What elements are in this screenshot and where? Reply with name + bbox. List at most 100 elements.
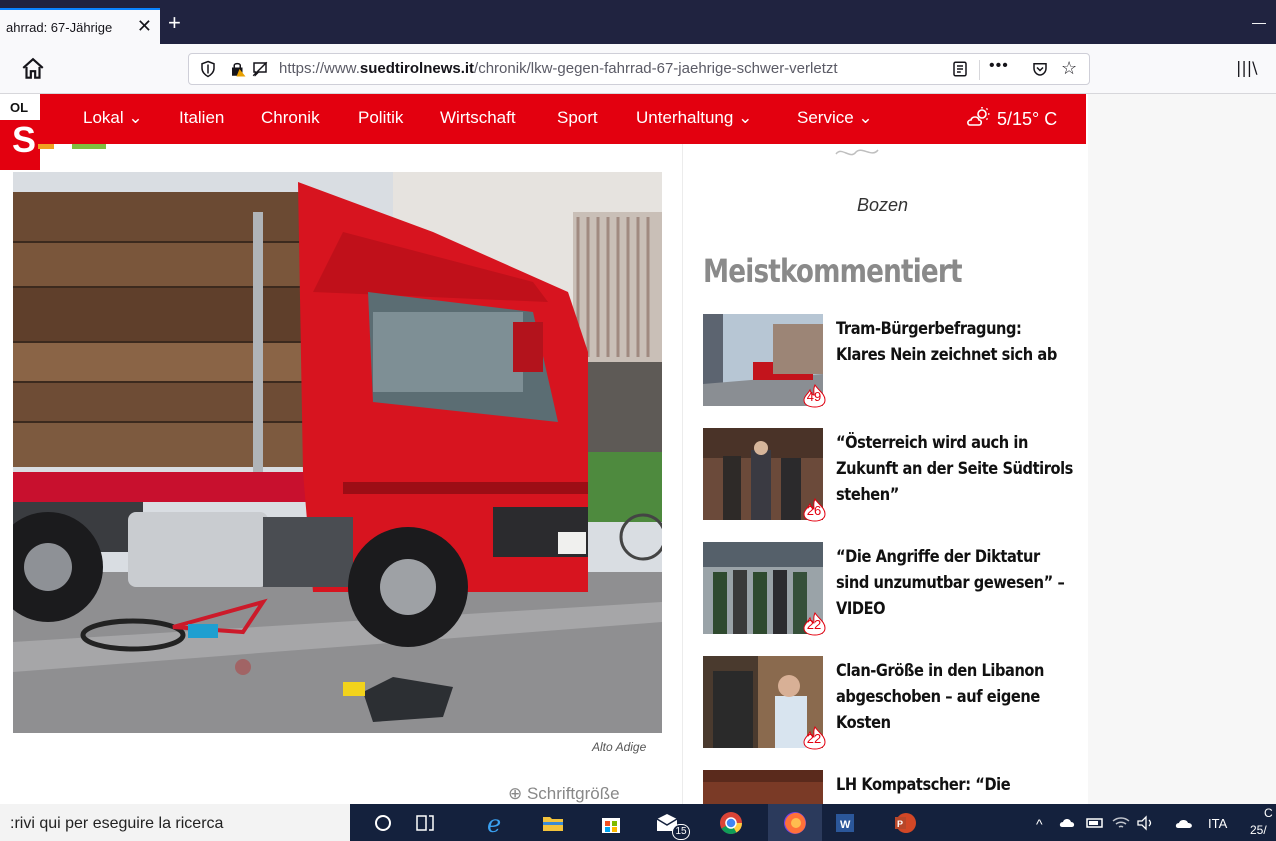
nav-toolbar: https://www.suedtirolnews.it/chronik/lkw…: [0, 44, 1276, 94]
article-title-line: Zukunft an der Seite Südtirols: [836, 459, 1073, 479]
comment-count: 49: [801, 384, 829, 408]
weather-city: Bozen: [857, 195, 909, 215]
new-tab-button[interactable]: +: [168, 12, 181, 34]
nav-item-service[interactable]: Service ⌄: [797, 108, 873, 128]
clock-time[interactable]: C: [1264, 806, 1273, 820]
url-domain: suedtirolnews.it: [359, 60, 475, 77]
task-view-icon[interactable]: [412, 810, 438, 836]
article-title-line: sind unzumutbar gewesen” –: [836, 573, 1065, 593]
article-title-line: LH Kompatscher: “Die: [836, 775, 1011, 795]
pocket-icon[interactable]: [1031, 60, 1049, 78]
article-title-line: Tram-Bürgerbefragung:: [836, 319, 1022, 339]
tab-active[interactable]: ahrrad: 67-Jährige ✕: [0, 8, 160, 44]
right-margin: [1088, 94, 1276, 804]
article-photo: [13, 172, 662, 733]
article-title-line: “Österreich wird auch in: [836, 433, 1028, 453]
firefox-taskbar-active[interactable]: [768, 804, 822, 841]
url-divider: [979, 60, 980, 80]
svg-text:e: e: [487, 810, 501, 836]
firefox-icon: [784, 812, 806, 834]
taskbar-search-box[interactable]: :rivi qui per eseguire la ricerca: [0, 804, 350, 841]
tab-close-icon[interactable]: ✕: [137, 16, 152, 37]
weather-widget[interactable]: 5/15° C: [966, 106, 1057, 130]
file-explorer-icon[interactable]: [540, 810, 566, 836]
article-title-line: stehen”: [836, 485, 899, 505]
article-title-line: abgeschoben – auf eigene: [836, 687, 1040, 707]
article-title-line: Clan-Größe in den Libanon: [836, 661, 1045, 681]
list-item[interactable]: 22 “Die Angriffe der Diktatur sind unzum…: [703, 542, 1065, 636]
tracking-protection-icon[interactable]: [251, 60, 269, 78]
font-size-button[interactable]: ⊕ Schriftgröße: [508, 784, 620, 804]
input-language[interactable]: ITA: [1208, 816, 1227, 831]
tab-strip: ahrrad: 67-Jährige ✕ + —: [0, 0, 1276, 44]
comment-count: 22: [801, 726, 829, 750]
chrome-icon[interactable]: [718, 810, 744, 836]
article-title[interactable]: “Österreich wird auch in Zukunft an der …: [836, 430, 1073, 508]
store-icon[interactable]: [598, 810, 624, 836]
taskbar: :rivi qui per eseguire la ricerca e 15 W…: [0, 804, 1276, 841]
article-title-line: “Die Angriffe der Diktatur: [836, 547, 1040, 567]
nav-item-politik[interactable]: Politik: [358, 108, 403, 128]
shield-icon[interactable]: [199, 60, 217, 78]
volume-icon[interactable]: [1134, 810, 1156, 836]
url-bar[interactable]: https://www.suedtirolnews.it/chronik/lkw…: [188, 53, 1090, 85]
insecure-lock-icon[interactable]: [229, 60, 247, 78]
mail-app[interactable]: 15: [654, 810, 690, 840]
list-item[interactable]: 26 “Österreich wird auch in Zukunft an d…: [703, 428, 1073, 522]
comment-count-number: 22: [806, 617, 822, 632]
nav-item-unterhaltung[interactable]: Unterhaltung ⌄: [636, 108, 752, 128]
url-text[interactable]: https://www.suedtirolnews.it/chronik/lkw…: [279, 60, 838, 77]
powerpoint-icon[interactable]: P: [892, 810, 918, 836]
logo-accent-orange: [38, 144, 54, 149]
library-icon[interactable]: |||\: [1236, 58, 1258, 77]
article-title[interactable]: “Die Angriffe der Diktatur sind unzumutb…: [836, 544, 1065, 622]
article-title[interactable]: Clan-Größe in den Libanon abgeschoben – …: [836, 658, 1045, 736]
bookmark-star-icon[interactable]: ☆: [1061, 58, 1077, 79]
article-title[interactable]: Tram-Bürgerbefragung: Klares Nein zeichn…: [836, 316, 1057, 368]
svg-text:P: P: [897, 819, 903, 829]
section-title: Meistkommentiert: [703, 252, 963, 290]
article-thumbnail[interactable]: [703, 770, 823, 804]
home-icon[interactable]: [20, 56, 46, 82]
nav-item-lokal[interactable]: Lokal ⌄: [83, 108, 143, 128]
battery-icon[interactable]: [1084, 810, 1106, 836]
site-nav: OL S Lokal ⌄ Italien Chronik Politik Wir…: [0, 94, 1086, 170]
taskbar-search-input[interactable]: :rivi qui per eseguire la ricerca: [10, 815, 223, 833]
browser-window: ahrrad: 67-Jährige ✕ + — https://www.sue…: [0, 0, 1276, 841]
url-path: /chronik/lkw-gegen-fahrrad-67-jaehrige-s…: [474, 60, 838, 77]
logo-accent-green: [72, 144, 106, 149]
article-title-line: VIDEO: [836, 599, 886, 619]
nav-item-italien[interactable]: Italien: [179, 108, 224, 128]
wifi-icon[interactable]: [1110, 810, 1132, 836]
list-item[interactable]: 49 Tram-Bürgerbefragung: Klares Nein zei…: [703, 314, 1063, 408]
sun-cloud-icon: [967, 107, 990, 126]
nav-item-sport[interactable]: Sport: [557, 108, 598, 128]
url-prefix: https://www.: [279, 60, 360, 77]
cloud-sync-icon[interactable]: [1058, 810, 1080, 836]
tray-chevron-icon[interactable]: ^: [1036, 816, 1043, 832]
article-title-line: Kosten: [836, 713, 891, 733]
nav-item-chronik[interactable]: Chronik: [261, 108, 320, 128]
mail-badge: 15: [672, 824, 690, 840]
minimize-button[interactable]: —: [1252, 14, 1266, 30]
comment-count: 26: [801, 498, 829, 522]
word-icon[interactable]: W: [832, 810, 858, 836]
logo-text-big: S: [12, 119, 37, 160]
onedrive-icon[interactable]: [1174, 810, 1198, 836]
list-item[interactable]: LH Kompatscher: “Die: [703, 770, 1063, 804]
list-item[interactable]: 22 Clan-Größe in den Libanon abgeschoben…: [703, 656, 1063, 750]
edge-icon[interactable]: e: [484, 810, 510, 836]
comment-count: 22: [801, 612, 829, 636]
article-title[interactable]: LH Kompatscher: “Die: [836, 772, 1030, 798]
comment-count-number: 26: [806, 503, 822, 518]
more-actions-icon[interactable]: •••: [989, 57, 1009, 75]
cortana-icon[interactable]: [370, 810, 396, 836]
photo-caption: Alto Adige: [592, 740, 647, 754]
clock-date[interactable]: 25/: [1250, 823, 1267, 837]
map-icon: [835, 149, 879, 156]
column-divider: [682, 144, 683, 804]
reader-view-icon[interactable]: [951, 60, 969, 78]
nav-item-wirtschaft[interactable]: Wirtschaft: [440, 108, 516, 128]
svg-text:W: W: [840, 819, 851, 831]
comment-count-number: 22: [806, 731, 822, 746]
